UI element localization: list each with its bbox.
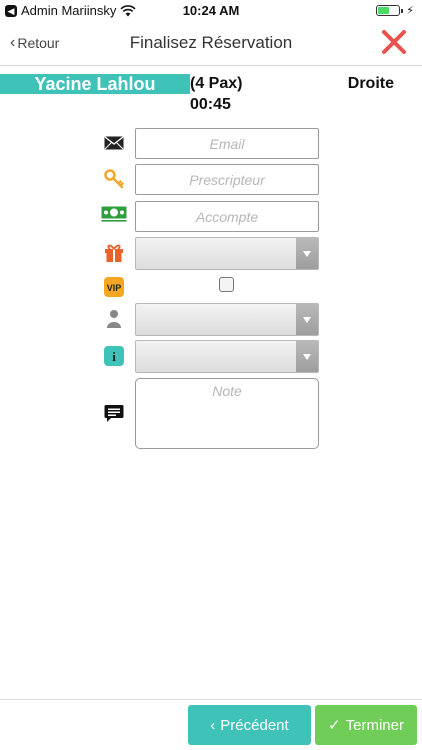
acompte-input[interactable] xyxy=(135,201,319,232)
finish-button[interactable]: ✓ Terminer xyxy=(315,705,417,745)
vip-badge-icon: VIP xyxy=(103,276,125,298)
svg-text:VIP: VIP xyxy=(107,283,122,293)
status-bar: ◀ Admin Mariinsky 10:24 AM ⚡ xyxy=(0,0,422,22)
chat-bubble-icon xyxy=(103,402,125,424)
pax-count: (4 Pax) xyxy=(190,75,243,92)
status-clock: 10:24 AM xyxy=(182,3,240,18)
gift-icon xyxy=(103,242,125,264)
vip-checkbox[interactable] xyxy=(219,277,234,292)
gift-select[interactable] xyxy=(135,237,319,270)
chevron-down-icon xyxy=(296,304,318,335)
envelope-icon xyxy=(103,132,125,154)
key-icon xyxy=(103,168,125,190)
chevron-left-icon: ‹ xyxy=(210,716,216,734)
battery-icon xyxy=(376,5,401,16)
reservation-time: 00:45 xyxy=(190,96,231,113)
close-icon[interactable] xyxy=(380,28,408,56)
info-select[interactable] xyxy=(135,340,319,373)
footer-bar: ‹ Précédent ✓ Terminer xyxy=(0,699,422,750)
previous-button[interactable]: ‹ Précédent xyxy=(188,705,311,745)
page-title: Finalisez Réservation xyxy=(129,33,293,52)
previous-button-label: Précédent xyxy=(220,716,289,734)
person-select[interactable] xyxy=(135,303,319,336)
chevron-down-icon xyxy=(296,341,318,372)
guest-name: Yacine Lahlou xyxy=(0,74,190,94)
battery-fill xyxy=(378,7,390,14)
battery-indicator: ⚡ xyxy=(376,4,414,17)
money-icon xyxy=(101,203,127,225)
battery-tip xyxy=(401,8,404,13)
charging-bolt-icon: ⚡ xyxy=(406,5,414,17)
svg-text:i: i xyxy=(112,349,116,364)
reservation-side: Droite xyxy=(347,75,394,92)
prescripteur-input[interactable] xyxy=(135,164,319,195)
checkmark-icon: ✓ xyxy=(328,717,341,734)
note-textarea[interactable] xyxy=(135,378,319,449)
info-icon: i xyxy=(103,345,125,367)
person-icon xyxy=(103,308,125,330)
email-input[interactable] xyxy=(135,128,319,159)
chevron-down-icon xyxy=(296,238,318,269)
finish-button-label: Terminer xyxy=(345,716,404,734)
navigation-bar: ‹ Retour Finalisez Réservation xyxy=(0,22,422,66)
